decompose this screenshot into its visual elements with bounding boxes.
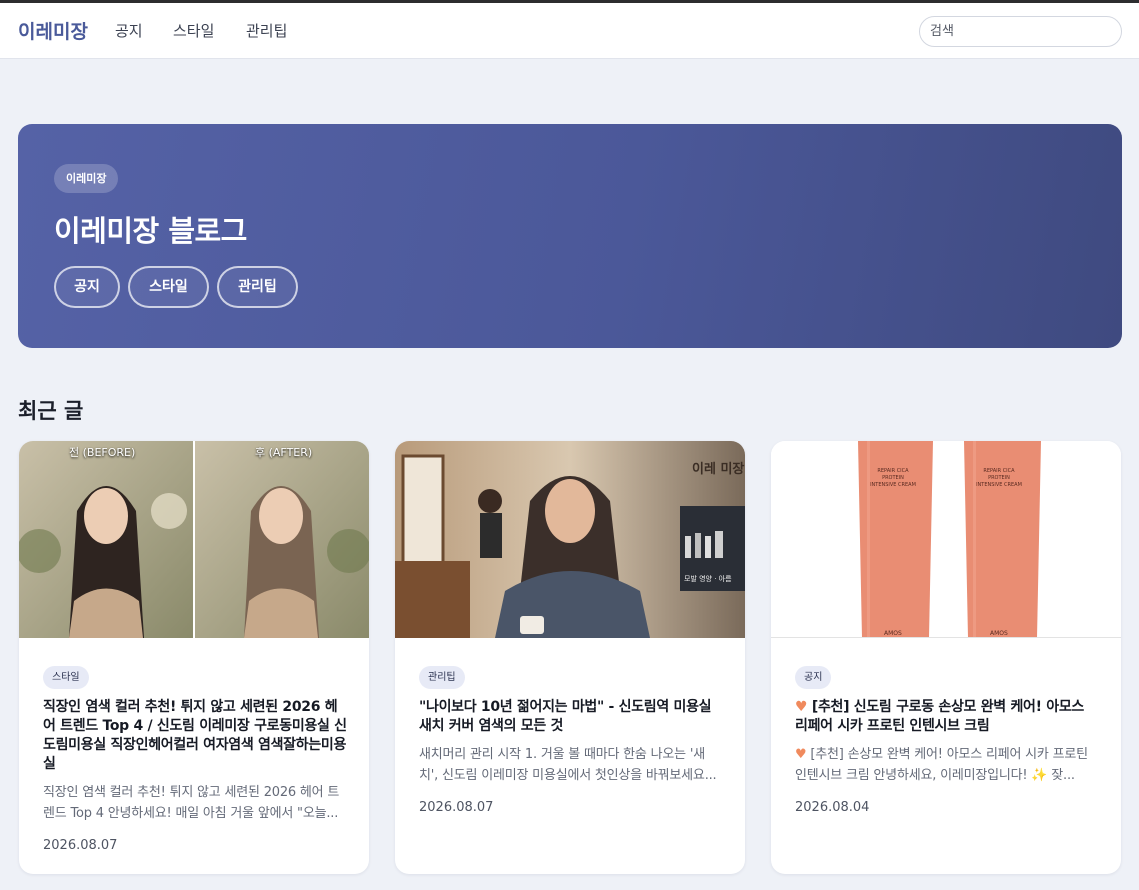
nav-link-notice[interactable]: 공지	[115, 20, 143, 41]
tube-brand-right: AMOS	[990, 630, 1008, 637]
hero-badge: 이레미장	[54, 164, 119, 193]
hero-category-tips-button[interactable]: 관리팁	[217, 266, 298, 308]
heart-icon: ♥	[795, 699, 808, 715]
post-tag[interactable]: 스타일	[43, 666, 89, 689]
post-tag[interactable]: 관리팁	[419, 666, 465, 689]
brand-logo[interactable]: 이레미장	[18, 17, 88, 44]
product-photo	[771, 441, 1121, 637]
navbar: 이레미장 공지 스타일 관리팁	[0, 3, 1139, 59]
tube-label-left: REPAIR CICA PROTEIN INTENSIVE CREAM	[870, 468, 916, 488]
post-thumbnail-2[interactable]: 이레 미장 모발 영양 · 아름	[395, 441, 745, 638]
before-label: 전 (BEFORE)	[69, 446, 136, 459]
tube-label-right: REPAIR CICA PROTEIN INTENSIVE CREAM	[976, 468, 1022, 488]
post-title-text: [추천] 신도림 구로동 손상모 완벽 케어! 아모스 리페어 시카 프로틴 인…	[795, 699, 1085, 734]
post-card-2[interactable]: 이레 미장 모발 영양 · 아름 관리팁 "나이보다 10년 젊어지는 마법" …	[395, 441, 745, 874]
recent-posts-title: 최근 글	[18, 399, 84, 423]
post-excerpt: 새치머리 관리 시작 1. 거울 볼 때마다 한숨 나오는 '새치', 신도림 …	[419, 747, 717, 783]
heart-icon: ♥	[795, 747, 807, 762]
post-card-1[interactable]: 전 (BEFORE) 후 (AFTER) 스타일 직장인 염색 컬러 추천! 튀…	[19, 441, 369, 874]
search-input[interactable]	[919, 16, 1122, 47]
post-card-body: 스타일 직장인 염색 컬러 추천! 튀지 않고 세련된 2026 헤어 트렌드 …	[43, 665, 347, 853]
post-thumbnail-3[interactable]: REPAIR CICA PROTEIN INTENSIVE CREAM REPA…	[771, 441, 1121, 638]
post-title[interactable]: "나이보다 10년 젊어지는 마법" - 신도림역 미용실 새치 커버 염색의 …	[419, 698, 723, 736]
post-tag[interactable]: 공지	[795, 666, 832, 689]
post-card-body: 관리팁 "나이보다 10년 젊어지는 마법" - 신도림역 미용실 새치 커버 …	[419, 665, 723, 815]
salon-sign: 이레 미장	[692, 462, 745, 477]
hero-banner: 이레미장 이레미장 블로그 공지 스타일 관리팁	[18, 124, 1122, 348]
post-date: 2026.08.07	[43, 838, 118, 853]
salon-shelf-label: 모발 영양 · 아름	[684, 575, 732, 583]
post-excerpt-text: [추천] 손상모 완벽 케어! 아모스 리페어 시카 프로틴 인텐시브 크림 안…	[795, 747, 1088, 783]
hero-title: 이레미장 블로그	[54, 214, 247, 248]
after-label: 후 (AFTER)	[255, 446, 313, 459]
post-thumbnail-1[interactable]: 전 (BEFORE) 후 (AFTER)	[19, 441, 369, 638]
tube-brand-left: AMOS	[884, 630, 902, 637]
hero-category-style-button[interactable]: 스타일	[128, 266, 209, 308]
hero-category-notice-button[interactable]: 공지	[54, 266, 120, 308]
post-card-3[interactable]: REPAIR CICA PROTEIN INTENSIVE CREAM REPA…	[771, 441, 1121, 874]
before-after-photo	[19, 441, 369, 638]
post-card-body: 공지 ♥ [추천] 신도림 구로동 손상모 완벽 케어! 아모스 리페어 시카 …	[795, 665, 1099, 815]
post-date: 2026.08.07	[419, 800, 494, 815]
nav-link-tips[interactable]: 관리팁	[246, 20, 287, 41]
post-excerpt: 직장인 염색 컬러 추천! 튀지 않고 세련된 2026 헤어 트렌드 Top …	[43, 785, 340, 821]
post-excerpt: ♥ [추천] 손상모 완벽 케어! 아모스 리페어 시카 프로틴 인텐시브 크림…	[795, 744, 1099, 786]
post-date: 2026.08.04	[795, 800, 870, 815]
post-title[interactable]: 직장인 염색 컬러 추천! 튀지 않고 세련된 2026 헤어 트렌드 Top …	[43, 698, 347, 774]
post-title[interactable]: ♥ [추천] 신도림 구로동 손상모 완벽 케어! 아모스 리페어 시카 프로틴…	[795, 698, 1099, 736]
nav-link-style[interactable]: 스타일	[173, 20, 214, 41]
